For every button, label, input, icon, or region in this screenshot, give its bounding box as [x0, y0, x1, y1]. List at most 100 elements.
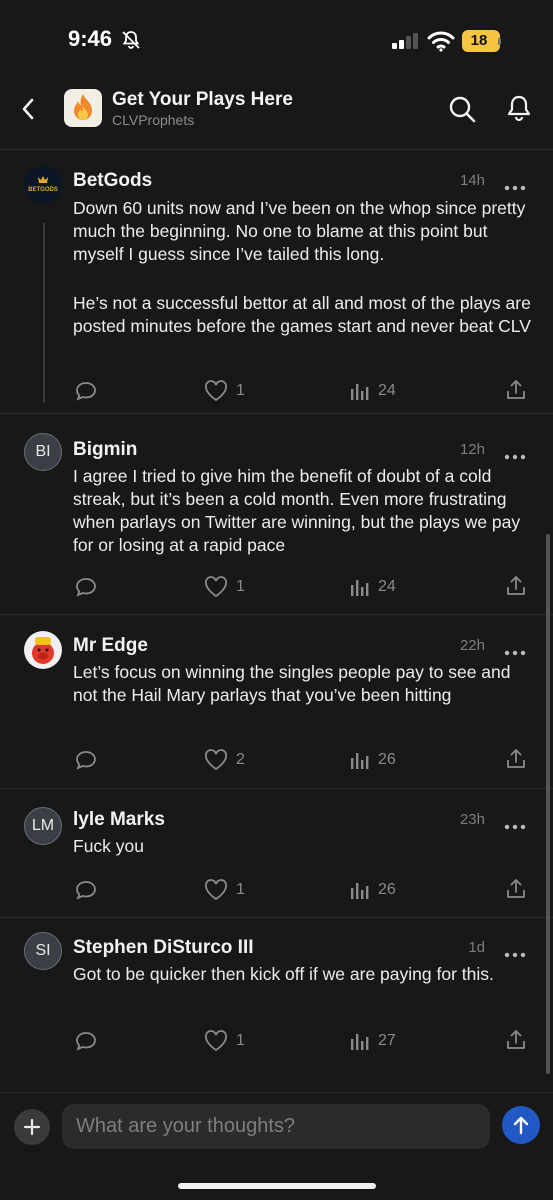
like-button[interactable]: 1: [204, 380, 245, 402]
search-icon: [449, 96, 476, 123]
channel-fire-icon[interactable]: [64, 89, 102, 127]
arrow-up-icon: [513, 1116, 529, 1135]
view-count: 26: [378, 881, 396, 898]
share-icon: [507, 879, 525, 898]
post-body: I agree I tried to give him the benefit …: [73, 466, 521, 555]
comment-input[interactable]: What are your thoughts?: [62, 1104, 490, 1149]
avatar[interactable]: [24, 631, 62, 669]
reply-button[interactable]: [75, 1031, 97, 1051]
share-button[interactable]: [505, 878, 527, 900]
more-options-button[interactable]: [504, 643, 526, 656]
view-count: 26: [378, 751, 396, 768]
view-count: 27: [378, 1032, 396, 1049]
home-indicator: [178, 1183, 376, 1189]
share-button[interactable]: [505, 379, 527, 401]
bell-icon: [507, 95, 531, 122]
more-options-button[interactable]: [504, 447, 526, 460]
like-count: 1: [236, 1032, 245, 1049]
ellipsis-icon: [504, 454, 526, 460]
channel-header: Get Your Plays Here CLVProphets: [0, 80, 553, 150]
heart-icon: [205, 749, 227, 771]
like-count: 1: [236, 881, 245, 898]
reply-button[interactable]: [75, 880, 97, 900]
share-icon: [507, 749, 525, 768]
avatar[interactable]: LM: [24, 807, 62, 845]
betgods-logo-icon: BETGODS: [28, 176, 58, 193]
post-betgods: BETGODS BetGods 14h Down 60 units now an…: [0, 151, 553, 414]
silent-mode-icon: [121, 30, 141, 55]
cellular-signal-icon: [392, 33, 420, 54]
like-count: 1: [236, 382, 245, 399]
heart-icon: [205, 1030, 227, 1052]
views-stat: 24: [350, 577, 396, 597]
comment-composer: What are your thoughts?: [0, 1092, 553, 1160]
post-body: Down 60 units now and I’ve been on the w…: [73, 198, 526, 264]
send-button[interactable]: [502, 1106, 540, 1144]
like-count: 2: [236, 751, 245, 768]
heart-icon: [205, 576, 227, 598]
reply-button[interactable]: [75, 750, 97, 770]
like-button[interactable]: 1: [204, 1030, 245, 1052]
notifications-button[interactable]: [504, 93, 534, 123]
share-button[interactable]: [505, 1029, 527, 1051]
post-author[interactable]: BetGods: [73, 170, 152, 192]
like-button[interactable]: 2: [204, 749, 245, 771]
post-author[interactable]: Bigmin: [73, 439, 137, 461]
back-button[interactable]: [14, 94, 44, 124]
bar-chart-icon: [351, 580, 369, 596]
status-bar: 9:46 18: [0, 0, 553, 80]
comment-icon: [76, 382, 96, 401]
more-options-button[interactable]: [504, 817, 526, 830]
reply-button[interactable]: [75, 577, 97, 597]
wifi-icon: [427, 30, 455, 57]
views-stat: 26: [350, 880, 396, 900]
bar-chart-icon: [351, 384, 369, 400]
share-button[interactable]: [505, 748, 527, 770]
avatar[interactable]: BETGODS: [24, 166, 62, 204]
post-body: He’s not a successful bettor at all and …: [73, 293, 531, 336]
bar-chart-icon: [351, 1034, 369, 1050]
comment-icon: [76, 751, 96, 770]
more-options-button[interactable]: [504, 178, 526, 191]
post-lyle-marks: LM lyle Marks 23h Fuck you 1 26: [0, 790, 553, 918]
battery-level: 18: [470, 32, 488, 49]
avatar[interactable]: SI: [24, 932, 62, 970]
plus-icon: [23, 1118, 41, 1136]
like-button[interactable]: 1: [204, 576, 245, 598]
share-icon: [507, 380, 525, 399]
bar-chart-icon: [351, 753, 369, 769]
scrollbar[interactable]: [546, 534, 550, 1074]
share-icon: [507, 1030, 525, 1049]
view-count: 24: [378, 382, 396, 399]
battery-icon: 18: [462, 30, 500, 52]
post-time: 12h: [459, 441, 485, 458]
post-author[interactable]: Mr Edge: [73, 635, 148, 657]
ellipsis-icon: [504, 952, 526, 958]
search-button[interactable]: [447, 94, 477, 124]
heart-icon: [205, 879, 227, 901]
avatar[interactable]: BI: [24, 433, 62, 471]
post-mr-edge: Mr Edge 22h Let’s focus on winning the s…: [0, 616, 553, 789]
views-stat: 27: [350, 1031, 396, 1051]
like-button[interactable]: 1: [204, 879, 245, 901]
like-count: 1: [236, 578, 245, 595]
ellipsis-icon: [504, 185, 526, 191]
heart-icon: [205, 380, 227, 402]
post-author[interactable]: lyle Marks: [73, 809, 165, 831]
bar-chart-icon: [351, 883, 369, 899]
post-bigmin: BI Bigmin 12h I agree I tried to give hi…: [0, 415, 553, 615]
channel-community-name[interactable]: CLVProphets: [112, 112, 194, 128]
more-options-button[interactable]: [504, 945, 526, 958]
reply-button[interactable]: [75, 381, 97, 401]
svg-text:BETGODS: BETGODS: [28, 187, 58, 193]
post-time: 23h: [459, 811, 485, 828]
post-time: 1d: [468, 939, 485, 956]
post-author[interactable]: Stephen DiSturco III: [73, 937, 254, 959]
share-icon: [507, 576, 525, 595]
post-body: Fuck you: [73, 836, 144, 856]
post-time: 14h: [459, 172, 485, 189]
add-attachment-button[interactable]: [14, 1109, 50, 1145]
thread-line: [43, 223, 45, 403]
channel-title[interactable]: Get Your Plays Here: [112, 89, 293, 111]
share-button[interactable]: [505, 575, 527, 597]
